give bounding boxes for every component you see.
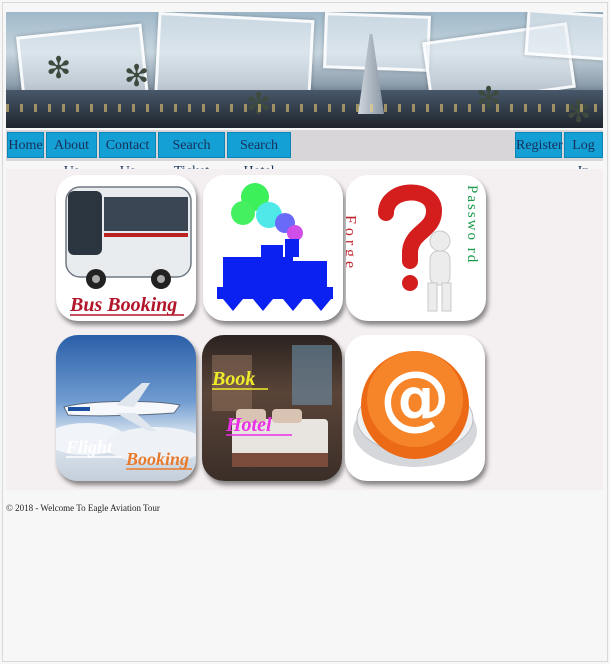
email-at-symbol: @ [380,356,450,438]
nav-register[interactable]: Register [515,132,563,158]
nav-login[interactable]: Log In [564,132,603,179]
tile-flight-booking[interactable]: Flight Booking [56,335,196,481]
flight-booking-label: Booking [125,449,189,469]
nav-search-ticket[interactable]: Search Ticket [158,132,225,179]
booking-tiles: Bus Booking Forge Passwo rd Flight Booki… [6,169,603,490]
footer-text: © 2018 - Welcome To Eagle Aviation Tour [6,503,160,513]
tile-bus-booking[interactable]: Bus Booking [56,175,196,321]
forgot-left-label: Forge [346,215,359,272]
tile-forgot-password[interactable]: Forge Passwo rd [346,175,486,321]
nav-home[interactable]: Home [7,132,44,158]
tile-hotel-booking[interactable]: Book Hotel [202,335,342,481]
hotel-book-label: Book [211,368,255,390]
flight-word-label: Flight [65,437,113,457]
header-banner: ✻ ✻ ✻ ✻ ✻ [6,12,603,128]
nav-contact-us[interactable]: Contact Us [99,132,156,179]
forgot-right-label: Passwo rd [464,185,480,264]
tile-train[interactable] [203,175,343,321]
nav-search-hotel[interactable]: Search Hotel [227,132,291,179]
tile-email[interactable]: @ [345,335,485,481]
nav-about-us[interactable]: About Us [46,132,97,179]
hotel-word-label: Hotel [225,414,272,436]
bus-booking-label: Bus Booking [69,294,177,316]
main-nav: Home About Us Contact Us Search Ticket S… [6,130,603,179]
